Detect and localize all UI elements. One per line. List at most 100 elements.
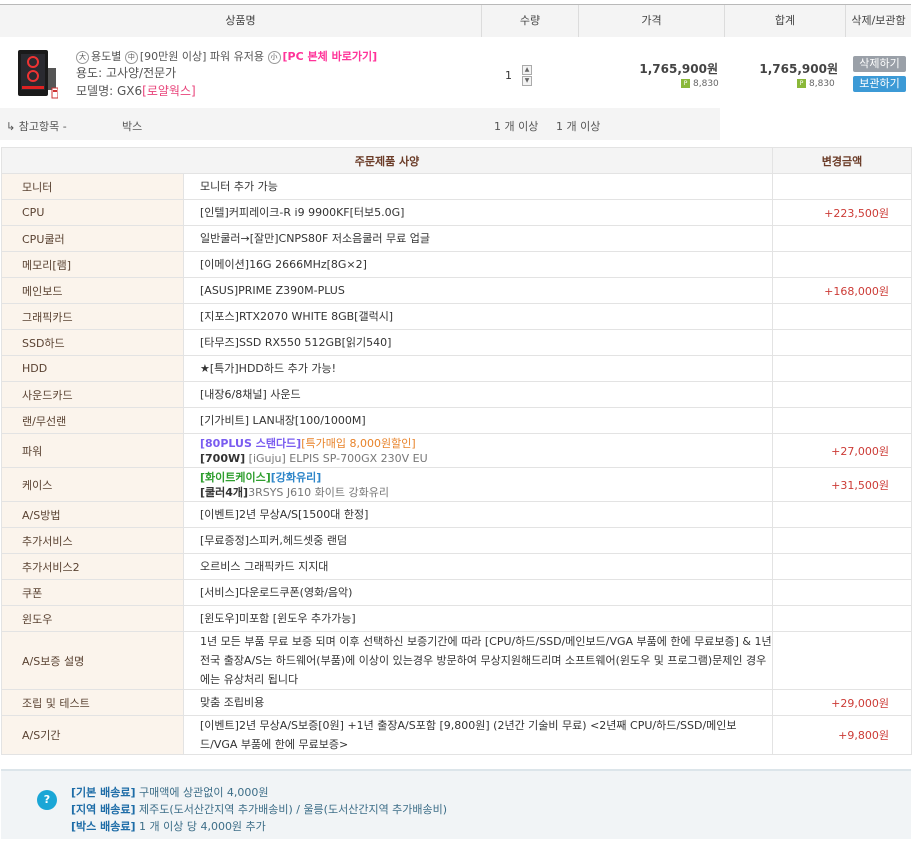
- reference-label: ↳ 참고항목 -: [6, 120, 67, 133]
- spec-value-line: [80PLUS 스탠다드][특가매입 8,000원할인]: [200, 436, 416, 450]
- model-brand: [로얄웍스]: [142, 84, 196, 98]
- spec-label: HDD: [1, 355, 184, 382]
- col-qty: 수량: [519, 14, 541, 27]
- spec-amount: +27,000원: [772, 433, 912, 468]
- spec-amount: [772, 251, 912, 278]
- product-model: 모델명: GX6[로얄웍스]: [76, 82, 196, 99]
- spec-label: 윈도우: [1, 605, 184, 632]
- spec-value: [서비스]다운로드쿠폰(영화/음악): [183, 579, 773, 606]
- points-icon: P: [681, 79, 690, 88]
- product-usage: 용도: 고사양/전문가: [76, 66, 177, 80]
- spec-amount: [772, 173, 912, 200]
- spec-row: 조립 및 테스트 맞춤 조립비용 +29,000원: [1, 689, 912, 716]
- spec-amount: [772, 303, 912, 330]
- reference-qty-2: 1 개 이상: [556, 120, 601, 133]
- spec-row: CPU쿨러 일반쿨러→[잘만]CNPS80F 저소음쿨러 무료 업글: [1, 225, 912, 252]
- spec-label: 메인보드: [1, 277, 184, 304]
- spec-value: [인텔]커피레이크-R i9 9900KF[터보5.0G]: [183, 199, 773, 226]
- save-to-wishlist-button[interactable]: 보관하기: [853, 76, 906, 92]
- spec-value: [ASUS]PRIME Z390M-PLUS: [183, 277, 773, 304]
- spec-row: 사운드카드 [내장6/8채널] 사운드: [1, 381, 912, 408]
- shipping-region: [지역 배송료] 제주도(도서산간지역 추가배송비) / 울릉(도서산간지역 추…: [71, 803, 448, 816]
- subcategory-link[interactable]: [90만원 이상] 파워 유저용: [140, 50, 264, 63]
- spec-header-row: 주문제품 사양 변경금액: [1, 147, 912, 174]
- spec-value: [이메이션]16G 2666MHz[8G×2]: [183, 251, 773, 278]
- total-price-points: P 8,830: [797, 79, 835, 89]
- col-actions: 삭제/보관함: [851, 14, 906, 27]
- spec-amount: [772, 631, 912, 690]
- shipping-box: [박스 배송료] 1 개 이상 당 4,000원 추가: [71, 820, 266, 833]
- product-category-line: 大 용도별 中 [90만원 이상] 파워 유저용 小 [PC 본체 바로가기]: [76, 48, 377, 64]
- spec-label: CPU: [1, 199, 184, 226]
- shipping-info: ? [기본 배송료] 구매액에 상관없이 4,000원 [지역 배송료] 제주도…: [1, 769, 911, 839]
- spec-label: 추가서비스2: [1, 553, 184, 580]
- spec-row: 모니터 모니터 추가 가능: [1, 173, 912, 200]
- spec-amount: [772, 381, 912, 408]
- reference-qty-1: 1 개 이상: [494, 120, 539, 133]
- amount-header: 변경금액: [772, 147, 912, 174]
- spec-value: [내장6/8채널] 사운드: [183, 381, 773, 408]
- spec-label: 조립 및 테스트: [1, 689, 184, 716]
- spec-amount: [772, 225, 912, 252]
- stepper-down-icon[interactable]: ▼: [522, 76, 532, 86]
- spec-row: 쿠폰 [서비스]다운로드쿠폰(영화/음악): [1, 579, 912, 606]
- spec-row: 랜/무선랜 [기가비트] LAN내장[100/1000M]: [1, 407, 912, 434]
- spec-value: 오르비스 그래픽카드 지지대: [183, 553, 773, 580]
- unit-price: 1,765,900원: [639, 62, 718, 76]
- reference-row: ↳ 참고항목 - 박스 1 개 이상 1 개 이상: [0, 108, 720, 140]
- points-icon: P: [797, 79, 806, 88]
- pc-body-link[interactable]: [PC 본체 바로가기]: [283, 50, 378, 63]
- spec-table: 주문제품 사양 변경금액 모니터 모니터 추가 가능 CPU [인텔]커피레이크-R …: [1, 147, 912, 755]
- category-medium-badge: 中: [124, 50, 138, 64]
- spec-value: [이벤트]2년 무상A/S보증[0원] +1년 출장A/S포함 [9,800원]…: [183, 715, 773, 755]
- spec-value: 모니터 추가 가능: [183, 173, 773, 200]
- stepper-up-icon[interactable]: ▲: [522, 65, 532, 75]
- spec-value-line: [화이트케이스][강화유리]: [200, 470, 322, 484]
- spec-row: 케이스 [화이트케이스][강화유리] [쿨러4개]3RSYS J610 화이트 강화…: [1, 467, 912, 502]
- spec-row: 메모리[램] [이메이션]16G 2666MHz[8G×2]: [1, 251, 912, 278]
- shipping-basic: [기본 배송료] 구매액에 상관없이 4,000원: [71, 786, 269, 799]
- spec-row: HDD ★[특가]HDD하드 추가 가능!: [1, 355, 912, 382]
- spec-value: 1년 모든 부품 무료 보증 되며 이후 선택하신 보증기간에 따라 [CPU/…: [183, 631, 773, 690]
- spec-label: 케이스: [1, 467, 184, 502]
- col-total: 합계: [774, 14, 796, 27]
- spec-value: 일반쿨러→[잘만]CNPS80F 저소음쿨러 무료 업글: [183, 225, 773, 252]
- spec-value: [윈도우]미포함 [윈도우 추가가능]: [183, 605, 773, 632]
- spec-label: SSD하드: [1, 329, 184, 356]
- spec-label: CPU쿨러: [1, 225, 184, 252]
- category-large-badge: 大: [76, 50, 89, 64]
- spec-row: 추가서비스 [무료증정]스피커,헤드셋중 랜덤: [1, 527, 912, 554]
- quantity-value[interactable]: 1: [505, 69, 512, 82]
- spec-value-line: [700W] [iGuju] ELPIS SP-700GX 230V EU: [200, 451, 428, 465]
- quantity-stepper[interactable]: ▲ ▼: [522, 65, 532, 86]
- spec-amount: +223,500원: [772, 199, 912, 226]
- unit-price-points: P 8,830: [681, 79, 719, 89]
- spec-value: [이벤트]2년 무상A/S[1500대 한정]: [183, 501, 773, 528]
- spec-value: [기가비트] LAN내장[100/1000M]: [183, 407, 773, 434]
- spec-label: 사운드카드: [1, 381, 184, 408]
- spec-amount: [772, 355, 912, 382]
- spec-label: A/S방법: [1, 501, 184, 528]
- spec-value: [지포스]RTX2070 WHITE 8GB[갤럭시]: [183, 303, 773, 330]
- spec-label: 메모리[램]: [1, 251, 184, 278]
- delete-button[interactable]: 삭제하기: [853, 56, 906, 72]
- spec-amount: +29,000원: [772, 689, 912, 716]
- spec-row: 추가서비스2 오르비스 그래픽카드 지지대: [1, 553, 912, 580]
- pc-case-thumbnail[interactable]: [14, 48, 58, 100]
- spec-value: 맞춤 조립비용: [183, 689, 773, 716]
- col-product: 상품명: [225, 14, 256, 27]
- spec-label: 추가서비스: [1, 527, 184, 554]
- cart-header: 상품명 수량 가격 합계 삭제/보관함: [0, 4, 911, 38]
- spec-row: A/S기간 [이벤트]2년 무상A/S보증[0원] +1년 출장A/S포함 [9,…: [1, 715, 912, 755]
- category-small-badge: 小: [267, 50, 281, 64]
- spec-row: A/S방법 [이벤트]2년 무상A/S[1500대 한정]: [1, 501, 912, 528]
- category-link[interactable]: 용도별: [91, 50, 121, 63]
- help-bubble-icon: ?: [37, 790, 57, 810]
- spec-label: 그래픽카드: [1, 303, 184, 330]
- spec-amount: [772, 527, 912, 554]
- spec-row: A/S보증 설명 1년 모든 부품 무료 보증 되며 이후 선택하신 보증기간에 …: [1, 631, 912, 690]
- spec-row: 파워 [80PLUS 스탠다드][특가매입 8,000원할인] [700W] [iG…: [1, 433, 912, 468]
- spec-label: A/S기간: [1, 715, 184, 755]
- spec-amount: [772, 579, 912, 606]
- spec-value: [타무즈]SSD RX550 512GB[읽기540]: [183, 329, 773, 356]
